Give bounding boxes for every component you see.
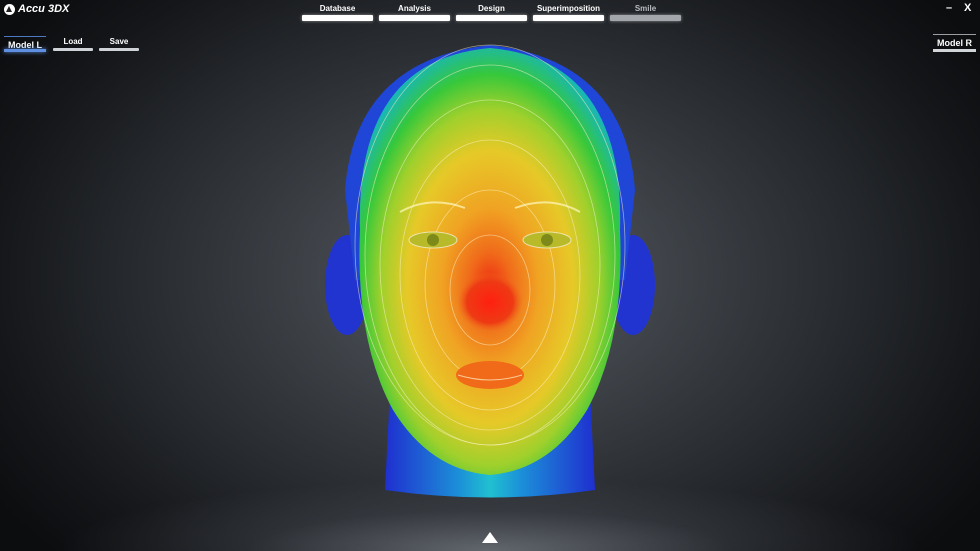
triangle-up-icon[interactable]: [482, 532, 498, 543]
face-surface: [359, 48, 621, 475]
save-button[interactable]: Save: [99, 37, 139, 51]
button-underline: [53, 48, 93, 51]
lips: [456, 361, 524, 389]
tab-bar: [302, 15, 373, 21]
tab-database[interactable]: Database: [302, 4, 373, 24]
tab-label: Design: [478, 4, 505, 13]
model-r-label: Model R: [937, 38, 972, 48]
close-button[interactable]: X: [964, 2, 971, 14]
tab-label: Database: [319, 4, 356, 13]
load-button[interactable]: Load: [53, 37, 93, 51]
app-logo: Accu 3DX: [4, 3, 69, 15]
model-r-button[interactable]: Model R: [933, 34, 976, 52]
tab-label: Superimposition: [536, 4, 601, 13]
app-title: Accu 3DX: [18, 3, 70, 15]
tab-superimposition[interactable]: Superimposition: [533, 4, 604, 24]
tab-label: Smile: [634, 4, 657, 13]
tab-smile[interactable]: Smile: [610, 4, 681, 24]
model-l-button[interactable]: Model L: [4, 36, 46, 52]
load-label: Load: [63, 37, 83, 46]
minimize-button[interactable]: –: [946, 2, 952, 14]
button-underline: [933, 49, 976, 52]
main-nav: Database Analysis Design Superimposition…: [302, 4, 681, 24]
tab-label: Analysis: [398, 4, 431, 13]
tab-design[interactable]: Design: [456, 4, 527, 24]
button-underline: [99, 48, 139, 51]
tab-bar: [533, 15, 604, 21]
active-indicator: [4, 49, 46, 52]
tab-analysis[interactable]: Analysis: [379, 4, 450, 24]
head-heatmap-model[interactable]: [325, 40, 655, 500]
tab-bar: [456, 15, 527, 21]
tab-bar: [610, 15, 681, 21]
accu-logo-icon: [4, 3, 15, 15]
nose-hotspot: [457, 272, 523, 332]
tab-bar: [379, 15, 450, 21]
save-label: Save: [109, 37, 129, 46]
